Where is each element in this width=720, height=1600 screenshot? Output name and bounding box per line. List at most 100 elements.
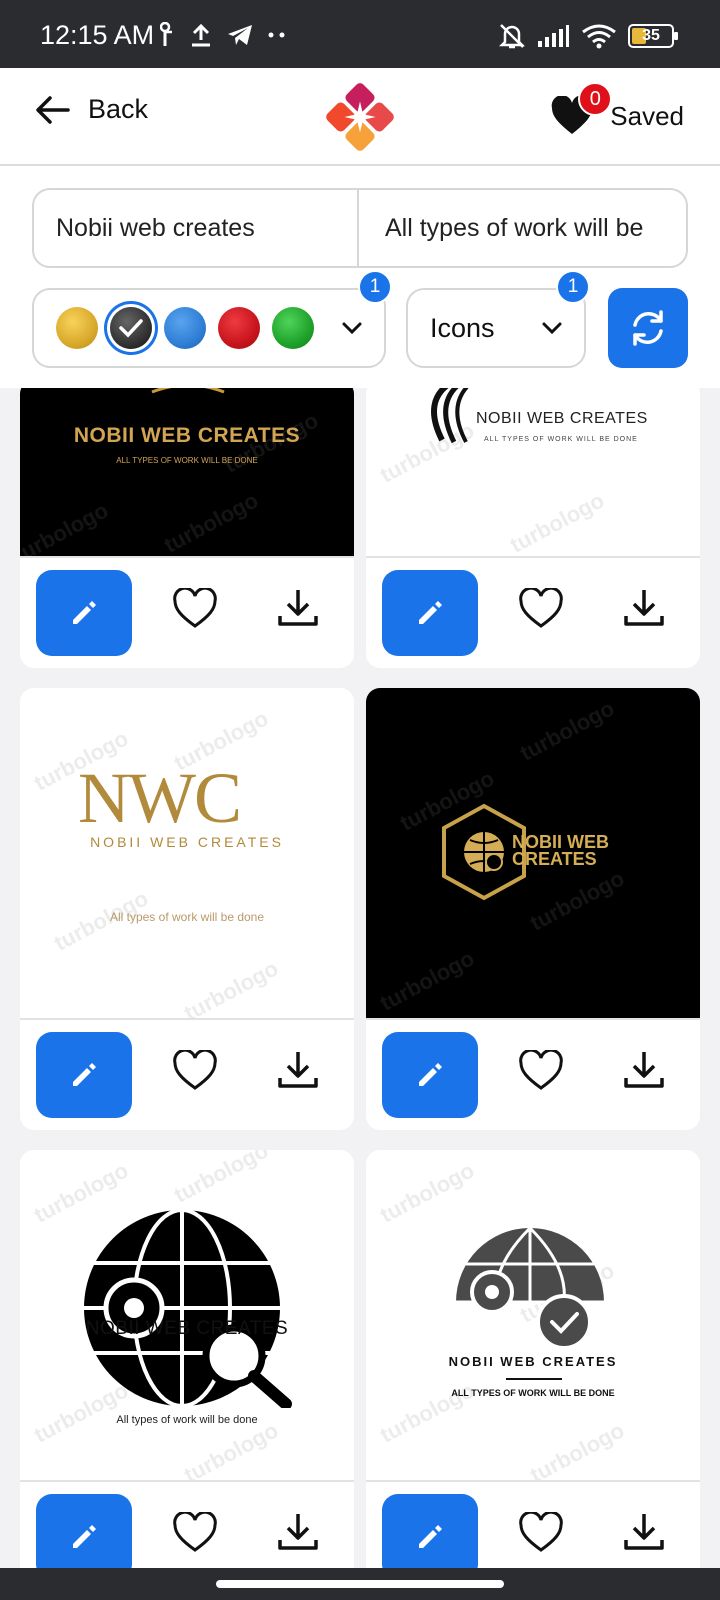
home-gesture-handle[interactable] [216, 1580, 504, 1588]
battery-level: 35 [642, 27, 660, 44]
card-actions [20, 1480, 354, 1568]
edit-button[interactable] [382, 1494, 478, 1568]
heart-outline-icon [519, 1510, 563, 1552]
pencil-icon [73, 601, 96, 624]
status-bar: 12:15 AM 35 [0, 0, 720, 68]
logo-preview[interactable]: turbologo turbologo turbologo NOBII WEB … [20, 388, 354, 556]
watermark: turbologo [515, 695, 619, 766]
app-header: Back 0 Saved [0, 68, 720, 166]
back-button[interactable]: Back [34, 94, 148, 125]
favorite-button[interactable] [172, 1048, 218, 1097]
saved-heart: 0 [550, 82, 613, 136]
divider-line [506, 1378, 562, 1380]
signal-info-icon [160, 22, 172, 46]
icons-count-badge: 1 [556, 270, 590, 304]
download-button[interactable] [622, 1048, 666, 1097]
refresh-icon [633, 310, 663, 346]
gold-ornament-icon [151, 388, 225, 394]
status-right-icons: 35 [498, 22, 678, 50]
card-actions [366, 1018, 700, 1128]
logo-grid: turbologo turbologo turbologo NOBII WEB … [0, 388, 720, 1568]
pencil-icon [419, 601, 442, 624]
heart-outline-icon [519, 586, 563, 628]
app-logo [326, 83, 394, 151]
download-icon [624, 590, 664, 626]
edit-button[interactable] [36, 1494, 132, 1568]
heart-outline-icon [173, 586, 217, 628]
logo-card[interactable]: turbologo turbologo turbologo turbologo … [366, 1150, 700, 1568]
wifi-icon [582, 24, 616, 49]
saved-button[interactable]: 0 Saved [550, 82, 684, 136]
favorite-button[interactable] [518, 586, 564, 635]
swatch-gold[interactable] [56, 307, 98, 349]
card-actions [20, 1018, 354, 1128]
telegram-icon [228, 25, 252, 45]
edit-button[interactable] [36, 1032, 132, 1118]
download-icon [624, 1052, 664, 1088]
slogan-input[interactable]: All types of work will be [357, 190, 686, 266]
favorite-button[interactable] [172, 586, 218, 635]
logo-preview[interactable]: turbologo turbologo turbologo turbologo … [20, 1150, 354, 1480]
logo-brand: NOBII WEB CREATES [476, 410, 648, 427]
heart-outline-icon [173, 1048, 217, 1090]
favorite-button[interactable] [172, 1510, 218, 1559]
watermark: turbologo [169, 1150, 273, 1208]
status-left-icons [160, 22, 286, 48]
download-button[interactable] [276, 1048, 320, 1097]
watermark: turbologo [20, 497, 113, 556]
company-name-input[interactable]: Nobii web creates [34, 190, 357, 266]
more-dots-icon [268, 32, 285, 38]
logo-card[interactable]: turbologo turbologo turbologo turbologo … [20, 688, 354, 1130]
saved-label: Saved [610, 100, 684, 131]
back-label: Back [88, 94, 149, 124]
logo-card[interactable]: turbologo turbologo turbologo turbologo … [20, 1150, 354, 1568]
icons-dropdown[interactable]: Icons [406, 288, 586, 368]
logo-card[interactable]: turbologo turbologo turbologo turbologo … [366, 688, 700, 1130]
check-icon [110, 307, 152, 349]
watermark: turbologo [179, 1417, 283, 1480]
watermark: turbologo [375, 1157, 479, 1228]
watermark: turbologo [179, 955, 283, 1018]
refresh-button[interactable] [608, 288, 688, 368]
watermark: turbologo [159, 487, 263, 556]
download-button[interactable] [622, 586, 666, 635]
download-button[interactable] [276, 586, 320, 635]
logo-preview[interactable]: turbologo turbologo turbologo turbologo … [366, 688, 700, 1018]
arrow-left-icon [36, 95, 70, 124]
system-nav-bar [0, 1568, 720, 1600]
download-button[interactable] [276, 1510, 320, 1559]
favorite-button[interactable] [518, 1048, 564, 1097]
battery-indicator: 35 [628, 24, 678, 48]
edit-button[interactable] [36, 570, 132, 656]
cell-signal-icon [538, 25, 569, 47]
download-button[interactable] [622, 1510, 666, 1559]
chevron-down-icon [542, 322, 562, 335]
globe-gear-icon [84, 1208, 292, 1408]
edit-button[interactable] [382, 570, 478, 656]
favorite-button[interactable] [518, 1510, 564, 1559]
pencil-icon [73, 1063, 96, 1086]
logo-tagline: ALL TYPES OF WORK WILL BE DONE [116, 456, 258, 465]
logo-card[interactable]: turbologo turbologo NOBII WEB CREATES AL… [366, 388, 700, 668]
logo-brand: NOBII WEB CREATES [448, 1354, 618, 1369]
swatch-black[interactable] [110, 307, 152, 349]
swatch-green[interactable] [272, 307, 314, 349]
chevron-down-icon [342, 322, 362, 335]
logo-monogram: NWC [78, 764, 242, 832]
heart-outline-icon [519, 1048, 563, 1090]
logo-brand: NOBII WEB CREATES [90, 834, 284, 850]
swatch-red[interactable] [218, 307, 260, 349]
filter-panel: Nobii web creates All types of work will… [0, 166, 720, 388]
heart-outline-icon [173, 1510, 217, 1552]
pencil-icon [419, 1525, 442, 1548]
logo-card[interactable]: turbologo turbologo turbologo NOBII WEB … [20, 388, 354, 668]
watermark: turbologo [525, 865, 629, 936]
logo-preview[interactable]: turbologo turbologo turbologo turbologo … [20, 688, 354, 1018]
color-picker[interactable] [32, 288, 386, 368]
edit-button[interactable] [382, 1032, 478, 1118]
swatch-blue[interactable] [164, 307, 206, 349]
icons-label: Icons [430, 312, 495, 343]
logo-preview[interactable]: turbologo turbologo NOBII WEB CREATES AL… [366, 388, 700, 556]
logo-preview[interactable]: turbologo turbologo turbologo turbologo … [366, 1150, 700, 1480]
watermark: turbologo [505, 487, 609, 556]
